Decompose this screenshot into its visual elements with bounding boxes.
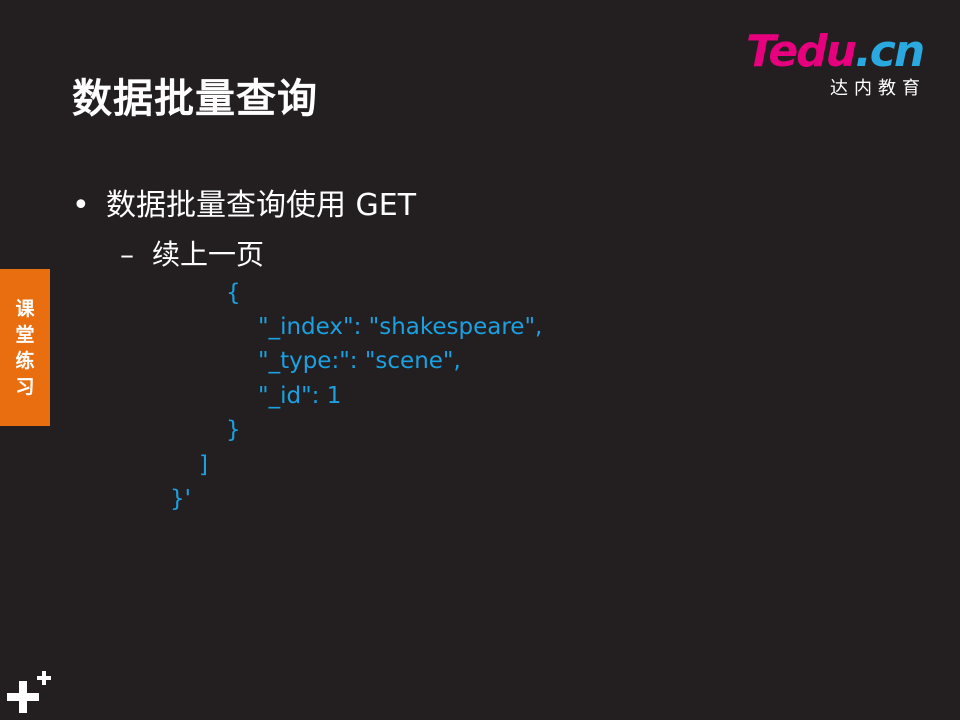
side-tab-char: 习 [15, 375, 35, 398]
side-tab-char: 练 [15, 349, 35, 372]
tedu-logo: Tedu.cn 达内教育 [746, 26, 936, 100]
code-line: "_index": "shakespeare", [258, 314, 543, 340]
code-line: "_type:": "scene", [258, 348, 461, 374]
code-line: { [226, 280, 241, 306]
code-line: "_id": 1 [258, 383, 342, 409]
side-tab-char: 堂 [15, 323, 35, 346]
logo-brand-suffix: .cn [855, 26, 925, 77]
logo-brand: Tedu.cn [746, 26, 925, 77]
code-line: } [226, 417, 241, 443]
bullet-symbol: • [72, 188, 90, 223]
code-line: }' [170, 486, 191, 512]
page-title: 数据批量查询 [72, 76, 318, 122]
plus-plus-icon [7, 671, 51, 713]
classroom-exercise-tab[interactable]: 课 堂 练 习 [0, 269, 50, 426]
code-line: ] [199, 452, 208, 478]
bullet-text: 数据批量查询使用 GET [106, 188, 417, 223]
sub-bullet-item: – 续上一页 [120, 233, 264, 273]
side-tab-char: 课 [15, 297, 35, 320]
sub-bullet-symbol: – [120, 238, 134, 271]
sub-bullet-text: 续上一页 [152, 238, 265, 271]
logo-subtitle: 达内教育 [830, 78, 926, 99]
logo-brand-main: Tedu [746, 26, 857, 77]
bullet-item: • 数据批量查询使用 GET [72, 180, 416, 224]
